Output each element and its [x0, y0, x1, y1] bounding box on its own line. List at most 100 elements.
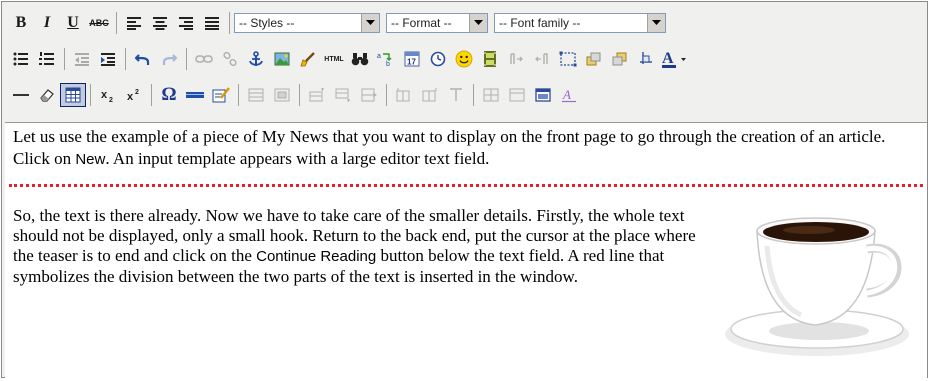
numbered-list-button[interactable]: [34, 47, 60, 71]
bullet-list-button[interactable]: [8, 47, 34, 71]
col-before-button[interactable]: [391, 83, 417, 107]
strikethrough-button[interactable]: ABC: [86, 11, 112, 35]
toolbar-row-2: HTML ab 17 A: [8, 44, 691, 74]
style-props-button[interactable]: A: [556, 83, 582, 107]
toolbar-separator: [116, 12, 117, 34]
superscript-icon: x2: [127, 89, 139, 103]
edit-attributes-button[interactable]: [208, 83, 234, 107]
visual-aid-button[interactable]: [60, 83, 86, 107]
insert-line-button[interactable]: [182, 83, 208, 107]
bold-button[interactable]: B: [8, 11, 34, 35]
align-right-button[interactable]: [173, 11, 199, 35]
col-after-icon: [422, 88, 437, 102]
cleanup-brush-icon: [300, 52, 315, 67]
read-more-separator: [9, 184, 923, 187]
col-before-icon: [396, 88, 410, 102]
align-left-button[interactable]: [121, 11, 147, 35]
align-center-icon: [153, 17, 167, 30]
indent-button[interactable]: [95, 47, 121, 71]
superscript-button[interactable]: x2: [121, 83, 147, 107]
link-icon: [195, 55, 213, 63]
toolbar-separator: [386, 84, 387, 106]
toolbar-separator: [229, 12, 230, 34]
svg-text:A: A: [662, 50, 674, 67]
binoculars-icon: [351, 53, 369, 66]
position-icon: [640, 52, 652, 64]
clock-icon: [430, 51, 446, 67]
svg-text:x: x: [101, 89, 108, 101]
subscript-button[interactable]: x2: [95, 83, 121, 107]
split-cells-button[interactable]: [478, 83, 504, 107]
unlink-icon: [223, 51, 237, 67]
delete-col-button[interactable]: [443, 83, 469, 107]
move-forward-button[interactable]: [581, 47, 607, 71]
replace-icon: ab: [377, 53, 392, 67]
format-select[interactable]: -- Format --: [386, 13, 488, 33]
insert-date-button[interactable]: 17: [399, 47, 425, 71]
image-button[interactable]: [269, 47, 295, 71]
body-paragraph: So, the text is there already. Now we ha…: [13, 206, 696, 286]
film-icon: [484, 51, 496, 67]
row-after-button[interactable]: [330, 83, 356, 107]
insert-time-button[interactable]: [425, 47, 451, 71]
find-button[interactable]: [347, 47, 373, 71]
coffee-cup-image: [725, 217, 909, 356]
anchor-button[interactable]: [243, 47, 269, 71]
move-backward-button[interactable]: [607, 47, 633, 71]
bullet-list-icon: [13, 52, 28, 66]
insert-table-button[interactable]: [530, 83, 556, 107]
align-center-button[interactable]: [147, 11, 173, 35]
outdent-button[interactable]: [69, 47, 95, 71]
calendar-icon: 17: [404, 51, 420, 67]
indent-icon: [101, 53, 115, 66]
cell-props-button[interactable]: [269, 83, 295, 107]
link-button[interactable]: [191, 47, 217, 71]
emoticon-button[interactable]: [451, 47, 477, 71]
merge-cells-button[interactable]: [504, 83, 530, 107]
replace-button[interactable]: ab: [373, 47, 399, 71]
anchor-icon: [249, 51, 263, 66]
redo-button[interactable]: [156, 47, 182, 71]
chevron-down-icon: [469, 14, 487, 32]
table-props-button[interactable]: [243, 83, 269, 107]
remove-format-button[interactable]: [34, 83, 60, 107]
toolbar-separator: [64, 48, 65, 70]
editor-content-area[interactable]: Let us use the example of a piece of My …: [5, 122, 927, 378]
layer-button[interactable]: [555, 47, 581, 71]
font-family-select[interactable]: -- Font family --: [494, 13, 666, 33]
direction-rtl-icon: [535, 53, 548, 64]
italic-button[interactable]: I: [34, 11, 60, 35]
undo-button[interactable]: [130, 47, 156, 71]
align-right-icon: [179, 17, 193, 30]
special-char-button[interactable]: Ω: [156, 83, 182, 107]
layer-frame-icon: [559, 51, 577, 67]
font-family-select-value: -- Font family --: [499, 16, 581, 30]
ltr-button[interactable]: [503, 47, 529, 71]
svg-text:2: 2: [109, 97, 113, 103]
cleanup-button[interactable]: [295, 47, 321, 71]
absolute-position-button[interactable]: [633, 47, 659, 71]
split-cells-icon: [483, 88, 499, 102]
unlink-button[interactable]: [217, 47, 243, 71]
styles-select[interactable]: -- Styles --: [234, 13, 380, 33]
delete-row-button[interactable]: [356, 83, 382, 107]
direction-ltr-icon: [510, 53, 523, 64]
horizontal-rule-icon: [13, 94, 29, 96]
move-backward-icon: [612, 52, 627, 66]
undo-icon: [135, 54, 150, 65]
style-props-icon: A: [562, 87, 576, 103]
underline-button[interactable]: U: [60, 11, 86, 35]
align-left-icon: [127, 17, 141, 30]
outdent-icon: [75, 53, 89, 66]
rtl-button[interactable]: [529, 47, 555, 71]
svg-text:b: b: [386, 61, 390, 67]
col-after-button[interactable]: [417, 83, 443, 107]
row-before-button[interactable]: [304, 83, 330, 107]
forecolor-button[interactable]: A: [659, 47, 691, 71]
styles-select-value: -- Styles --: [239, 16, 295, 30]
media-button[interactable]: [477, 47, 503, 71]
horizontal-rule-button[interactable]: [8, 83, 34, 107]
html-source-button[interactable]: HTML: [321, 47, 347, 71]
justify-button[interactable]: [199, 11, 225, 35]
toolbar-row-1: B I U ABC -- Styles -- -- Format -- -- F…: [8, 8, 672, 38]
